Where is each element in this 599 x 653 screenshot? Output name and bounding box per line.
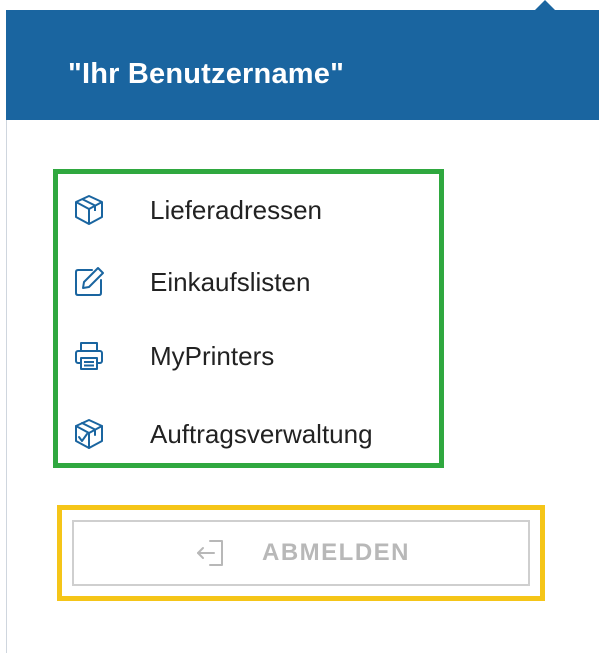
logout-label: ABMELDEN xyxy=(262,539,410,566)
edit-icon xyxy=(72,265,106,299)
menu-item-label: Einkaufslisten xyxy=(150,266,311,297)
user-header: "Ihr Benutzername" xyxy=(6,10,599,120)
username-title: "Ihr Benutzername" xyxy=(68,58,345,90)
printer-icon xyxy=(72,339,106,373)
panel-border xyxy=(6,120,7,653)
account-menu: Lieferadressen Einkaufslisten MyPrinters… xyxy=(53,169,444,468)
menu-item-einkaufslisten[interactable]: Einkaufslisten xyxy=(72,258,432,306)
menu-item-myprinters[interactable]: MyPrinters xyxy=(72,332,432,380)
logout-section: ABMELDEN xyxy=(57,505,545,601)
logout-button[interactable]: ABMELDEN xyxy=(72,520,530,586)
user-menu-panel: "Ihr Benutzername" Lieferadressen Einkau… xyxy=(0,0,599,653)
menu-item-label: Auftragsverwaltung xyxy=(150,418,373,449)
package-icon xyxy=(72,193,106,227)
menu-item-label: MyPrinters xyxy=(150,340,275,371)
menu-item-label: Lieferadressen xyxy=(150,194,322,225)
package-check-icon xyxy=(72,417,106,451)
menu-item-lieferadressen[interactable]: Lieferadressen xyxy=(72,186,432,234)
menu-item-auftragsverwaltung[interactable]: Auftragsverwaltung xyxy=(72,410,432,458)
logout-icon xyxy=(192,533,232,573)
